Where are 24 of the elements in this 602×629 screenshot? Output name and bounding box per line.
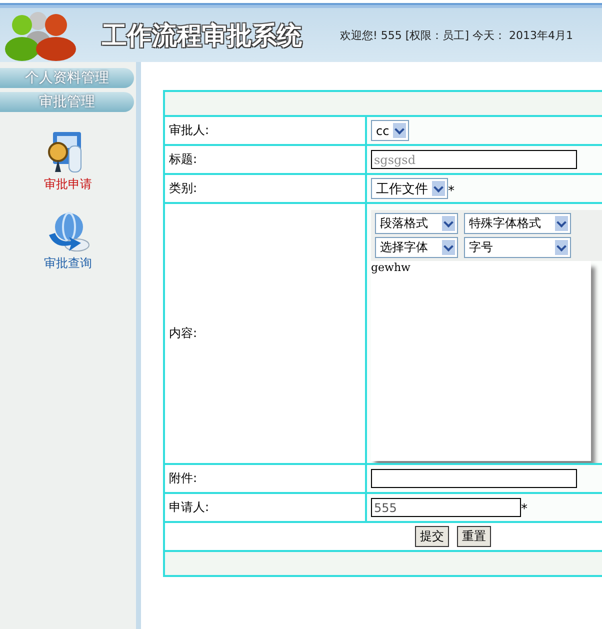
- nav-link[interactable]: 审批申请: [44, 176, 92, 193]
- content-editor[interactable]: gewhw: [371, 261, 591, 461]
- required-mark: *: [448, 184, 454, 199]
- system-title: 工作流程审批系统: [102, 20, 302, 52]
- field-label: 附件:: [169, 471, 198, 485]
- welcome-text: 欢迎您! 555 [权限：员工] 今天： 2013年4月1: [340, 28, 573, 42]
- required-mark: *: [521, 502, 528, 517]
- nav-link[interactable]: 审批查询: [44, 255, 92, 272]
- format-dropdown[interactable]: 选择字体: [375, 237, 458, 258]
- format-dropdown[interactable]: 特殊字体格式: [464, 213, 571, 234]
- title-input-field[interactable]: sgsgsd: [371, 150, 577, 169]
- field-label: 类别:: [169, 181, 198, 195]
- field-label: 标题:: [169, 152, 198, 166]
- format-dropdown[interactable]: 字号: [464, 237, 571, 258]
- field-label: 内容:: [169, 326, 198, 340]
- attachment-input-field[interactable]: [371, 469, 577, 488]
- form-button[interactable]: 重置: [457, 526, 491, 547]
- form-button[interactable]: 提交: [415, 526, 449, 547]
- field-label: 申请人:: [169, 500, 210, 514]
- category-dropdown[interactable]: 工作文件: [371, 178, 448, 199]
- approver-dropdown[interactable]: cc: [371, 120, 410, 141]
- field-label: 审批人:: [169, 123, 210, 137]
- format-dropdown[interactable]: 段落格式: [375, 213, 458, 234]
- applicant-input-field[interactable]: 555: [371, 498, 521, 517]
